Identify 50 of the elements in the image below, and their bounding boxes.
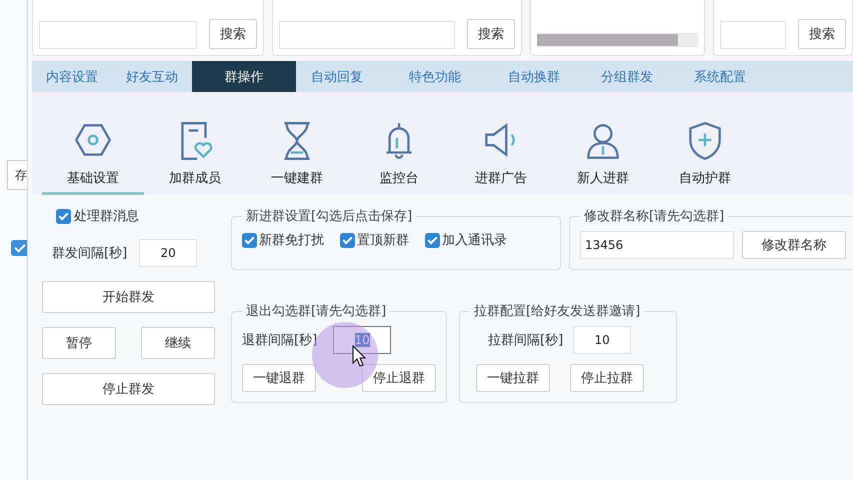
tab[interactable]: 系统配置 — [678, 61, 762, 92]
field-label: 退群间隔[秒] — [242, 332, 318, 349]
checkbox[interactable] — [242, 232, 257, 248]
pause-button[interactable]: 暂停 — [42, 327, 116, 359]
field-label: 拉群间隔[秒] — [488, 332, 564, 349]
toolbar-button[interactable]: 新人进群 — [552, 92, 654, 195]
checkbox-label: 加入通讯录 — [442, 232, 507, 249]
search-button[interactable]: 搜索 — [209, 19, 257, 49]
tab[interactable]: 自动换群 — [492, 61, 576, 92]
field-label: 群发间隔[秒] — [52, 245, 128, 262]
tab[interactable]: 自动回复 — [296, 61, 378, 92]
search-field[interactable] — [279, 21, 455, 49]
input-field[interactable]: 20 — [139, 239, 198, 267]
tab[interactable]: 群操作 — [192, 61, 296, 92]
rename-button[interactable]: 修改群名称 — [742, 231, 846, 259]
search-button[interactable]: 搜索 — [798, 19, 846, 49]
search-button[interactable]: 搜索 — [467, 19, 515, 49]
checkbox-label: 新群免打扰 — [259, 232, 324, 249]
input-field[interactable]: 10 — [573, 326, 632, 354]
quit-button[interactable]: 停止退群 — [362, 364, 436, 392]
save-button[interactable]: 存 — [7, 160, 27, 190]
group-title: 退出勾选群[请先勾选群] — [245, 303, 388, 320]
tab[interactable]: 内容设置 — [32, 61, 112, 92]
checkbox[interactable] — [11, 240, 27, 256]
toolbar-button[interactable]: 加群成员 — [144, 92, 246, 195]
toolbar-button[interactable]: 进群广告 — [450, 92, 552, 195]
start-button[interactable]: 开始群发 — [42, 281, 215, 313]
invite-button[interactable]: 停止拉群 — [570, 364, 644, 392]
search-field[interactable] — [39, 21, 197, 49]
group-title: 修改群名称[请先勾选群] — [583, 208, 726, 225]
search-field[interactable] — [720, 21, 786, 49]
tab[interactable]: 分组群发 — [576, 61, 678, 92]
resume-button[interactable]: 继续 — [141, 327, 215, 359]
checkbox[interactable] — [425, 232, 440, 248]
pointer-icon — [352, 345, 366, 367]
stop-button[interactable]: 停止群发 — [42, 373, 215, 405]
quit-button[interactable]: 一键退群 — [242, 364, 316, 392]
group-title: 新进群设置[勾选后点击保存] — [245, 208, 414, 225]
checkbox-label: 置顶新群 — [357, 232, 409, 249]
toolbar-button[interactable]: 监控台 — [348, 92, 450, 195]
tab[interactable]: 特色功能 — [378, 61, 492, 92]
input-field[interactable]: 13456 — [580, 231, 734, 259]
checkbox[interactable] — [56, 208, 71, 224]
tab[interactable]: 好友互动 — [112, 61, 192, 92]
toolbar-button[interactable]: 自动护群 — [654, 92, 756, 195]
toolbar-button[interactable]: 一键建群 — [246, 92, 348, 195]
invite-button[interactable]: 一键拉群 — [476, 364, 550, 392]
checkbox-label: 处理群消息 — [74, 208, 139, 225]
checkbox[interactable] — [340, 232, 355, 248]
group-title: 拉群配置[给好友发送群邀请] — [473, 303, 642, 320]
